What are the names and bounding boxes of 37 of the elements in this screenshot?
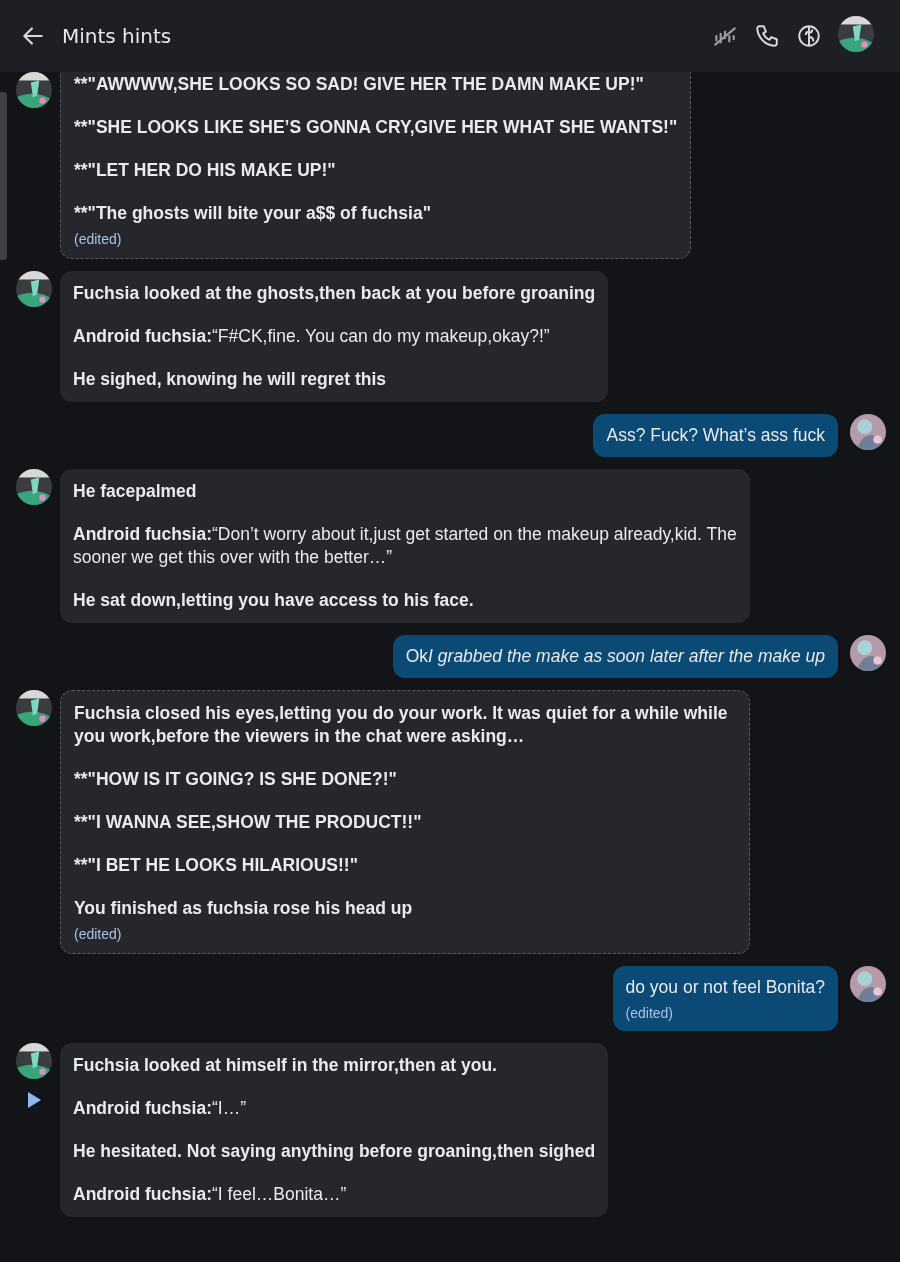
message-text: Fuchsia looked at himself in the mirror,then at you. [73, 1054, 498, 1077]
message-text: OkI grabbed the make as soon later after the make up [405, 645, 825, 668]
message-text: He sighed, knowing he will regret this [73, 368, 388, 391]
message-text: **"HOW IS IT GOING? IS SHE DONE?!" [74, 768, 398, 791]
edited-label: (edited) [74, 231, 123, 247]
message-text: Android fuchsia:“I…” [73, 1097, 248, 1120]
user-avatar [850, 635, 886, 671]
message-text: Fuchsia closed his eyes,letting you do your work. It was quiet for a while while you work,before the viewers in the chat were asking… [74, 702, 729, 748]
message-text: **"I WANNA SEE,SHOW THE PRODUCT!!" [74, 811, 423, 834]
message-text: do you or not feel Bonita? [625, 976, 825, 999]
message-text: Android fuchsia:“Don’t worry about it,just get started on the makeup already,kid. The sooner we get this over with the better…” [73, 523, 737, 569]
user-avatar [850, 966, 886, 1002]
message-text: Ass? Fuck? What’s ass fuck [606, 424, 825, 447]
scrollbar[interactable] [0, 92, 7, 260]
message-text: **"LET HER DO HIS MAKE UP!" [74, 159, 337, 182]
message-text: **"SHE LOOKS LIKE SHE’S GONNA CRY,GIVE HER WHAT SHE WANTS!" [74, 116, 678, 139]
play-icon[interactable] [26, 1091, 42, 1109]
message-text: You finished as fuchsia rose his head up [74, 897, 414, 920]
bot-avatar [16, 469, 52, 505]
message-text: **"AWWWW,SHE LOOKS SO SAD! GIVE HER THE DAMN MAKE UP!" [74, 73, 645, 96]
phone-icon[interactable] [754, 23, 780, 49]
bot-avatar [16, 1043, 52, 1079]
message-text: Android fuchsia:“F#CK,fine. You can do my makeup,okay?!” [73, 325, 551, 348]
message-text: He sat down,letting you have access to his face. [73, 589, 475, 612]
bot-avatar [16, 271, 52, 307]
message-text: Android fuchsia:“I feel…Bonita…” [73, 1183, 348, 1206]
edited-label: (edited) [74, 926, 123, 942]
bot-avatar [16, 690, 52, 726]
edited-label: (edited) [625, 1005, 674, 1021]
user-avatar [850, 414, 886, 450]
message-text: He hesitated. Not saying anything before groaning,then sighed [73, 1140, 596, 1163]
message-text: **"The ghosts will bite your a$$ of fuchsia" [74, 202, 432, 225]
bot-avatar [16, 72, 52, 108]
message-text: Fuchsia looked at the ghosts,then back at you before groaning [73, 282, 596, 305]
chat-title: Mints hints [62, 24, 173, 48]
message-text: **"I BET HE LOOKS HILARIOUS!!" [74, 854, 359, 877]
message-text: He facepalmed [73, 480, 198, 503]
